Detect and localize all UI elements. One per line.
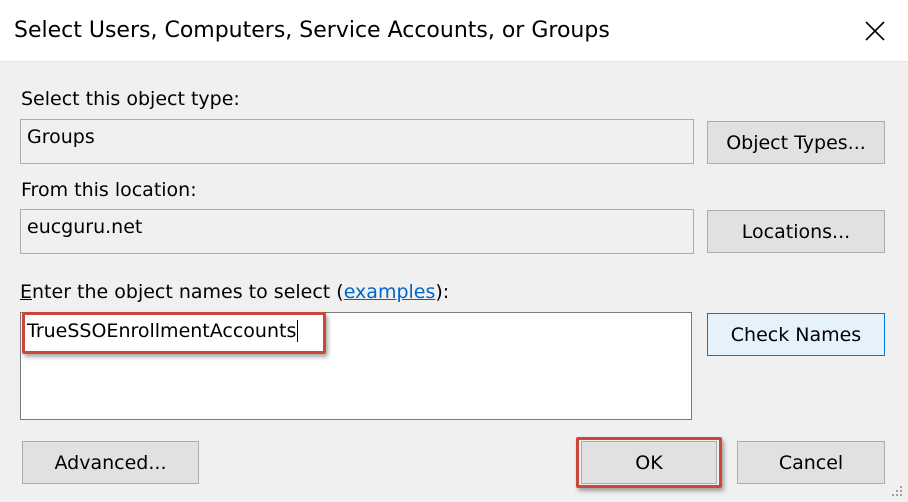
title-bar: Select Users, Computers, Service Account…: [0, 0, 908, 62]
cancel-button[interactable]: Cancel: [737, 441, 885, 484]
label-text: nter the object names to select (: [32, 281, 344, 303]
advanced-button[interactable]: Advanced...: [22, 441, 199, 484]
object-type-field: Groups: [20, 119, 694, 164]
resize-grip-icon[interactable]: [886, 480, 904, 498]
select-objects-dialog: Select Users, Computers, Service Account…: [0, 0, 908, 502]
close-icon: [865, 21, 885, 41]
location-label: From this location:: [21, 179, 197, 201]
close-button[interactable]: [850, 6, 900, 56]
location-value: eucguru.net: [27, 216, 143, 238]
label-suffix: ):: [435, 281, 450, 303]
object-names-input[interactable]: TrueSSOEnrollmentAccounts: [20, 312, 692, 420]
location-field: eucguru.net: [20, 209, 694, 254]
ok-button[interactable]: OK: [581, 441, 717, 484]
object-types-button[interactable]: Object Types...: [707, 121, 885, 164]
dialog-title: Select Users, Computers, Service Account…: [14, 18, 610, 43]
check-names-button[interactable]: Check Names: [707, 313, 885, 356]
locations-button[interactable]: Locations...: [707, 210, 885, 253]
object-type-label: Select this object type:: [21, 88, 240, 110]
object-names-value: TrueSSOEnrollmentAccounts: [27, 320, 299, 342]
examples-link[interactable]: examples: [344, 281, 436, 303]
label-access-key: E: [20, 281, 33, 303]
object-type-value: Groups: [27, 126, 95, 148]
object-names-label: Enter the object names to select (exampl…: [20, 281, 449, 303]
